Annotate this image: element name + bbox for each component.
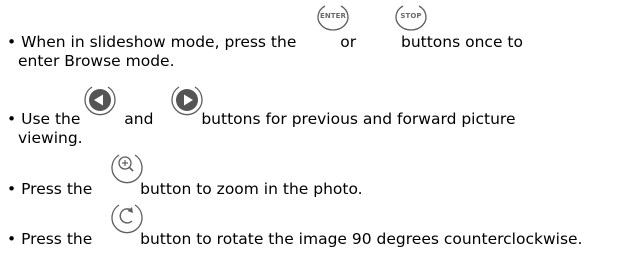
- item-line: • Press the button to zoom in the photo.: [7, 180, 615, 199]
- bullet-item-browse-mode: • When in slideshow mode, press the or b…: [7, 33, 615, 71]
- item-text: enter Browse mode.: [18, 52, 175, 70]
- stop-label: STOP: [400, 12, 421, 20]
- item-text: Press the: [21, 180, 93, 198]
- previous-icon: [82, 82, 118, 118]
- item-text: Press the: [21, 230, 93, 248]
- item-line: • Press the button to rotate the image 9…: [7, 230, 615, 249]
- bullet: •: [7, 33, 17, 51]
- item-text: viewing.: [18, 129, 83, 147]
- item-text: or: [340, 33, 357, 51]
- bullet-item-zoom: • Press the button to zoom in the photo.: [7, 180, 615, 199]
- enter-label: ENTER: [320, 12, 347, 20]
- forward-icon: [169, 82, 205, 118]
- enter-button-icon: ENTER: [316, 3, 350, 33]
- bullet: •: [7, 110, 17, 128]
- item-text: button to zoom in the photo.: [140, 180, 363, 198]
- item-text: buttons for previous and forward picture: [201, 110, 516, 128]
- zoom-in-icon: [109, 150, 145, 186]
- item-text: When in slideshow mode, press the: [21, 33, 297, 51]
- stop-button-icon: STOP: [394, 3, 428, 33]
- bullet: •: [7, 230, 17, 248]
- item-text: Use the: [21, 110, 81, 128]
- item-text: buttons once to: [400, 33, 523, 51]
- item-line: • When in slideshow mode, press the or b…: [7, 33, 615, 52]
- bullet: •: [7, 180, 17, 198]
- rotate-icon: [109, 200, 145, 236]
- item-text: and: [124, 110, 154, 128]
- bullet-item-rotate: • Press the button to rotate the image 9…: [7, 230, 615, 249]
- item-text: button to rotate the image 90 degrees co…: [140, 230, 583, 248]
